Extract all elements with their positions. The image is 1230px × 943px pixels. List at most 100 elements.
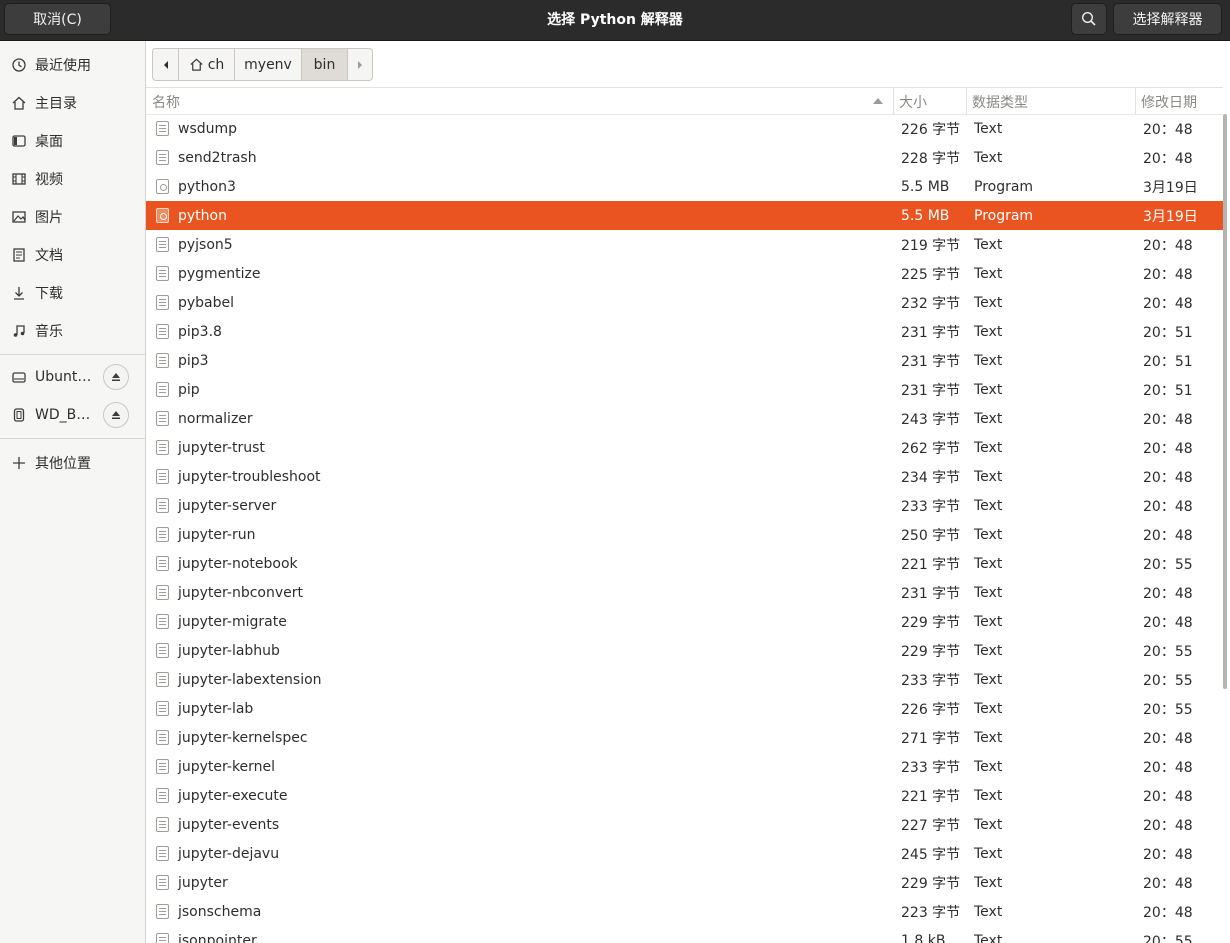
file-row[interactable]: pybabel 232 字节 Text 20：48: [146, 288, 1226, 317]
text-file-icon: [156, 933, 169, 943]
executable-file-icon: [156, 208, 169, 223]
file-name: jupyter-lab: [178, 700, 254, 717]
file-row[interactable]: jsonpointer 1.8 kB Text 20：55: [146, 926, 1226, 943]
file-row[interactable]: pip3.8 231 字节 Text 20：51: [146, 317, 1226, 346]
file-name: jupyter-nbconvert: [178, 584, 303, 601]
file-row[interactable]: send2trash 228 字节 Text 20：48: [146, 143, 1226, 172]
file-row[interactable]: jupyter-server 233 字节 Text 20：48: [146, 491, 1226, 520]
file-size: 262 字节: [901, 440, 961, 457]
column-size-header[interactable]: 大小: [893, 88, 966, 115]
sidebar-item-other-locations[interactable]: 其他位置: [0, 444, 145, 482]
sidebar-item-desktop[interactable]: 桌面: [0, 122, 145, 160]
file-type: Text: [974, 526, 1003, 543]
file-row[interactable]: jupyter-run 250 字节 Text 20：48: [146, 520, 1226, 549]
file-row[interactable]: jupyter 229 字节 Text 20：48: [146, 868, 1226, 897]
path-segment-bin[interactable]: bin: [302, 49, 348, 80]
sidebar-item-label: 最近使用: [35, 58, 91, 74]
file-type: Text: [974, 671, 1003, 688]
column-label: 修改日期: [1141, 94, 1197, 111]
file-size: 223 字节: [901, 904, 961, 921]
file-row[interactable]: pyjson5 219 字节 Text 20：48: [146, 230, 1226, 259]
file-modified: 20：48: [1143, 759, 1193, 776]
file-row[interactable]: jupyter-lab 226 字节 Text 20：55: [146, 694, 1226, 723]
sidebar-item-recent[interactable]: 最近使用: [0, 46, 145, 84]
file-row[interactable]: python3 5.5 MB Program 3月19日: [146, 172, 1226, 201]
video-icon: [10, 170, 28, 188]
file-row[interactable]: pip3 231 字节 Text 20：51: [146, 346, 1226, 375]
sidebar-item-label: WD_B…: [35, 407, 91, 423]
sidebar-item-pictures[interactable]: 图片: [0, 198, 145, 236]
eject-button[interactable]: [103, 364, 129, 390]
file-name: jupyter-trust: [178, 439, 265, 456]
file-row[interactable]: jupyter-kernelspec 271 字节 Text 20：48: [146, 723, 1226, 752]
sidebar-item-home[interactable]: 主目录: [0, 84, 145, 122]
path-segment-myenv[interactable]: myenv: [235, 49, 302, 80]
file-row[interactable]: jupyter-labhub 229 字节 Text 20：55: [146, 636, 1226, 665]
search-button[interactable]: [1071, 3, 1107, 35]
sidebar-item-ubuntu-drive[interactable]: Ubunt…: [0, 358, 145, 396]
sidebar-item-wd-drive[interactable]: WD_B…: [0, 396, 145, 434]
sidebar-item-label: 文档: [35, 248, 63, 264]
file-name: wsdump: [178, 120, 238, 137]
column-modified-header[interactable]: 修改日期: [1135, 88, 1223, 115]
file-row[interactable]: jsonschema 223 字节 Text 20：48: [146, 897, 1226, 926]
path-back-button[interactable]: [153, 49, 179, 80]
cancel-button[interactable]: 取消(C): [4, 3, 111, 35]
file-row[interactable]: jupyter-labextension 233 字节 Text 20：55: [146, 665, 1226, 694]
file-row[interactable]: jupyter-nbconvert 231 字节 Text 20：48: [146, 578, 1226, 607]
file-row[interactable]: jupyter-execute 221 字节 Text 20：48: [146, 781, 1226, 810]
usb-drive-icon: [10, 406, 28, 424]
file-type: Program: [974, 178, 1034, 195]
file-row[interactable]: pygmentize 225 字节 Text 20：48: [146, 259, 1226, 288]
file-row[interactable]: jupyter-migrate 229 字节 Text 20：48: [146, 607, 1226, 636]
sidebar-separator: [0, 354, 145, 355]
file-row[interactable]: jupyter-kernel 233 字节 Text 20：48: [146, 752, 1226, 781]
file-size: 1.8 kB: [901, 932, 946, 943]
file-size: 233 字节: [901, 498, 961, 515]
path-segment-ch[interactable]: ch: [179, 49, 235, 80]
file-row[interactable]: wsdump 226 字节 Text 20：48: [146, 114, 1226, 143]
file-row[interactable]: jupyter-events 227 字节 Text 20：48: [146, 810, 1226, 839]
file-row[interactable]: pip 231 字节 Text 20：51: [146, 375, 1226, 404]
path-forward-button[interactable]: [348, 49, 372, 80]
file-modified: 20：48: [1143, 875, 1193, 892]
file-row[interactable]: python 5.5 MB Program 3月19日: [146, 201, 1226, 230]
sidebar-item-label: Ubunt…: [35, 369, 92, 385]
file-row[interactable]: jupyter-trust 262 字节 Text 20：48: [146, 433, 1226, 462]
document-icon: [10, 246, 28, 264]
file-row[interactable]: normalizer 243 字节 Text 20：48: [146, 404, 1226, 433]
dialog-title: 选择 Python 解释器: [547, 12, 683, 28]
file-size: 231 字节: [901, 353, 961, 370]
file-name: send2trash: [178, 149, 257, 166]
column-type-header[interactable]: 数据类型: [966, 88, 1135, 115]
file-name: jupyter-notebook: [178, 555, 298, 572]
file-modified: 20：48: [1143, 788, 1193, 805]
file-name: jupyter-dejavu: [178, 845, 280, 862]
file-name: normalizer: [178, 410, 253, 427]
eject-button[interactable]: [103, 402, 129, 428]
column-name-header[interactable]: 名称: [152, 88, 892, 115]
home-icon: [190, 58, 203, 71]
file-size: 231 字节: [901, 324, 961, 341]
text-file-icon: [156, 498, 169, 513]
file-row[interactable]: jupyter-troubleshoot 234 字节 Text 20：48: [146, 462, 1226, 491]
file-type: Text: [974, 642, 1003, 659]
file-size: 233 字节: [901, 672, 961, 689]
path-bar: ch myenv bin: [152, 48, 373, 81]
sidebar-item-videos[interactable]: 视频: [0, 160, 145, 198]
file-row[interactable]: jupyter-notebook 221 字节 Text 20：55: [146, 549, 1226, 578]
file-name: pybabel: [178, 294, 235, 311]
sidebar-item-documents[interactable]: 文档: [0, 236, 145, 274]
file-type: Text: [974, 120, 1003, 137]
file-name: pip: [178, 381, 200, 398]
select-interpreter-button[interactable]: 选择解释器: [1113, 3, 1222, 35]
file-row[interactable]: jupyter-dejavu 245 字节 Text 20：48: [146, 839, 1226, 868]
download-icon: [10, 284, 28, 302]
file-name: pyjson5: [178, 236, 233, 253]
file-modified: 20：55: [1143, 672, 1193, 689]
file-size: 231 字节: [901, 585, 961, 602]
sidebar-item-music[interactable]: 音乐: [0, 312, 145, 350]
sidebar-item-downloads[interactable]: 下载: [0, 274, 145, 312]
file-name: python3: [178, 178, 236, 195]
scrollbar[interactable]: [1223, 114, 1227, 689]
